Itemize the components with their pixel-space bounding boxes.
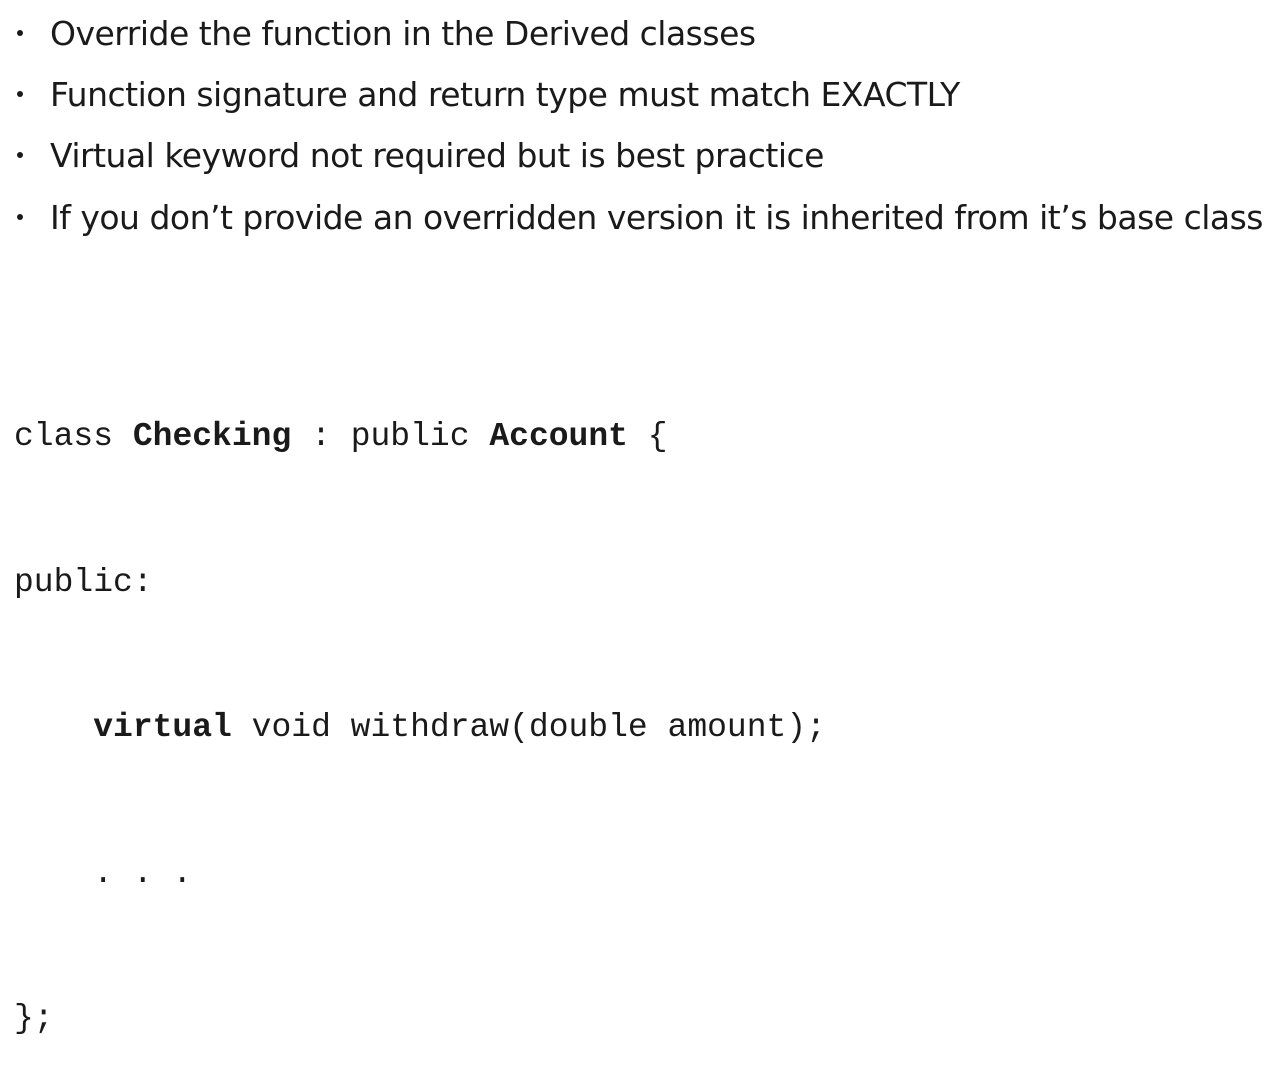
- bullet-text: Override the function in the Derived cla…: [50, 13, 756, 53]
- code-block: class Checking : public Account { public…: [14, 316, 826, 1092]
- bullet-dot-icon: [17, 152, 23, 158]
- class-name: Checking: [132, 418, 292, 455]
- code-line-method-declaration: virtual void withdraw(double amount);: [14, 704, 826, 753]
- open-brace: {: [647, 418, 668, 455]
- bullet-text: Virtual keyword not required but is best…: [50, 135, 824, 175]
- base-class-name: Account: [489, 418, 628, 455]
- method-signature: void withdraw(double amount);: [251, 709, 826, 746]
- code-line-closing-brace: };: [14, 1000, 54, 1037]
- code-line-access-specifier: public:: [14, 563, 153, 601]
- keyword-class: class: [14, 418, 114, 455]
- bullet-item: Virtual keyword not required but is best…: [0, 132, 824, 178]
- keyword-virtual: virtual: [93, 709, 232, 746]
- bullet-item: If you don’t provide an overridden versi…: [0, 194, 1264, 240]
- ellipsis: . . .: [93, 854, 193, 892]
- inheritance-specifier: : public: [311, 418, 470, 455]
- bullet-item: Function signature and return type must …: [0, 71, 960, 117]
- bullet-dot-icon: [17, 91, 23, 97]
- bullet-dot-icon: [17, 30, 23, 36]
- bullet-text: Function signature and return type must …: [50, 74, 960, 114]
- bullet-text: If you don’t provide an overridden versi…: [50, 197, 1264, 237]
- code-line-class-declaration: class Checking : public Account {: [14, 413, 826, 462]
- bullet-item: Override the function in the Derived cla…: [0, 10, 756, 56]
- code-line-ellipsis: . . .: [14, 850, 826, 899]
- bullet-dot-icon: [17, 214, 23, 220]
